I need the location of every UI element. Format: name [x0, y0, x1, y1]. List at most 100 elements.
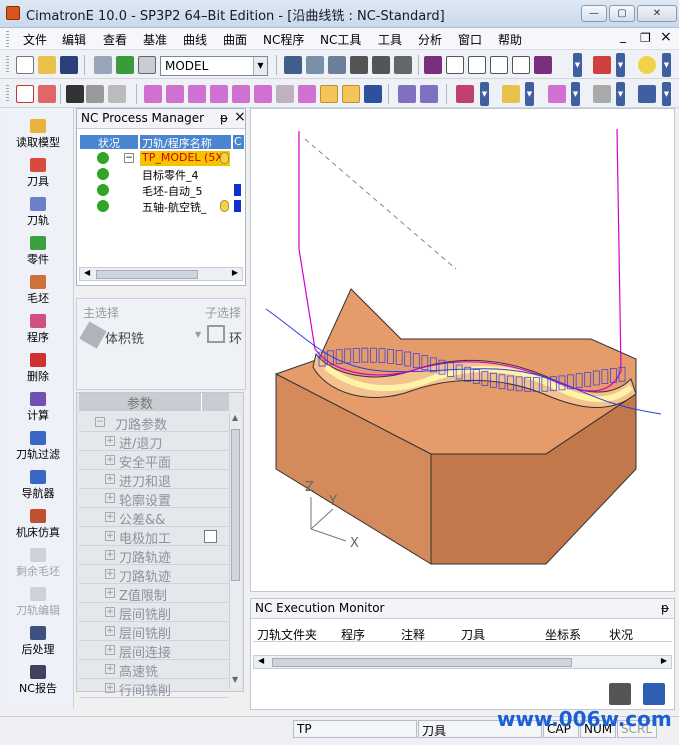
- parameter-row[interactable]: + Z值限制: [79, 584, 229, 604]
- parameter-row[interactable]: + 高速铣: [79, 660, 229, 680]
- column-ucs[interactable]: 坐标系: [545, 626, 581, 643]
- vertical-scrollbar[interactable]: ▲ ▼: [229, 413, 241, 689]
- zoom-all-icon[interactable]: [284, 56, 302, 74]
- scroll-right-icon[interactable]: ▶: [232, 268, 238, 277]
- guide-compute[interactable]: 计算: [2, 389, 74, 427]
- zoom-dynamic-icon[interactable]: [328, 56, 346, 74]
- parameter-row[interactable]: + 进刀和退: [79, 470, 229, 490]
- toolbar-overflow[interactable]: ▼: [480, 82, 489, 106]
- view-top-icon[interactable]: [468, 56, 486, 74]
- guide-stock[interactable]: 毛坯: [2, 272, 74, 310]
- column-comment[interactable]: 注释: [401, 626, 425, 643]
- expand-icon[interactable]: +: [105, 436, 115, 446]
- mdi-restore[interactable]: ❐: [640, 31, 651, 45]
- guide-delete[interactable]: 删除: [2, 350, 74, 388]
- rotate-icon[interactable]: [394, 56, 412, 74]
- pointer-icon[interactable]: [66, 85, 84, 103]
- sub-selection-combo[interactable]: 环: [205, 323, 245, 349]
- swap-icon[interactable]: [364, 85, 382, 103]
- toolbar-grip[interactable]: [6, 85, 9, 103]
- scroll-left-icon[interactable]: ◀: [84, 268, 90, 277]
- guide-remaining-stock[interactable]: 剩余毛坯: [2, 545, 74, 583]
- toolbar-overflow[interactable]: ▼: [662, 82, 671, 106]
- column-toolpath-folder[interactable]: 刀轨文件夹: [257, 626, 317, 643]
- layer-icon[interactable]: [116, 56, 134, 74]
- menu-help[interactable]: 帮助: [498, 31, 522, 48]
- toolbar-overflow[interactable]: ▼: [616, 53, 625, 77]
- pin-icon[interactable]: ᵽ: [661, 601, 669, 615]
- exit-icon[interactable]: [643, 683, 665, 705]
- guide-navigator[interactable]: 导航器: [2, 467, 74, 505]
- graphics-viewport[interactable]: Z Y X: [250, 108, 675, 592]
- close-icon[interactable]: ×: [234, 109, 246, 125]
- column-name[interactable]: 刀轨/程序名称: [139, 135, 231, 149]
- expand-icon[interactable]: +: [105, 626, 115, 636]
- expand-icon[interactable]: +: [105, 645, 115, 655]
- bulb-icon[interactable]: [220, 152, 229, 164]
- process-row[interactable]: 五轴-航空铣_: [78, 199, 243, 214]
- new-file-icon[interactable]: [16, 56, 34, 74]
- main-selection-combo[interactable]: 体积铣 ▼: [79, 321, 201, 349]
- menu-analysis[interactable]: 分析: [418, 31, 442, 48]
- guide-part[interactable]: 零件: [2, 233, 74, 271]
- scroll-thumb[interactable]: [231, 429, 240, 581]
- mdi-minimize[interactable]: _: [620, 29, 626, 43]
- expand-icon[interactable]: +: [105, 493, 115, 503]
- guide-toolpath[interactable]: 刀轨: [2, 194, 74, 232]
- curve-tool-8-icon[interactable]: [298, 85, 316, 103]
- collapse-toggle[interactable]: −: [124, 153, 134, 163]
- model-icon[interactable]: [94, 56, 112, 74]
- sketch-icon[interactable]: [502, 85, 520, 103]
- measure-icon[interactable]: [593, 85, 611, 103]
- parameter-row[interactable]: − 刀路参数: [79, 413, 229, 433]
- toolbar-overflow[interactable]: ▼: [616, 82, 625, 106]
- toggle-active-1-icon[interactable]: [320, 85, 338, 103]
- column-c[interactable]: C: [232, 135, 244, 149]
- pan-icon[interactable]: [372, 56, 390, 74]
- view-front-icon[interactable]: [446, 56, 464, 74]
- parameter-row[interactable]: + 层间连接: [79, 641, 229, 661]
- parameter-row[interactable]: + 层间铣削: [79, 603, 229, 623]
- curve-tool-3-icon[interactable]: [188, 85, 206, 103]
- expand-icon[interactable]: +: [105, 455, 115, 465]
- view-right-icon[interactable]: [490, 56, 508, 74]
- toolbar-overflow[interactable]: ▼: [573, 53, 582, 77]
- menu-tools[interactable]: 工具: [378, 31, 402, 48]
- electrode-checkbox[interactable]: [204, 530, 217, 543]
- analyze-1-icon[interactable]: [398, 85, 416, 103]
- toolbar-overflow[interactable]: ▼: [662, 53, 671, 77]
- column-status[interactable]: 状况: [609, 626, 633, 643]
- parameter-row[interactable]: + 行间铣削: [79, 679, 229, 699]
- expand-icon[interactable]: +: [105, 664, 115, 674]
- light-icon[interactable]: [638, 56, 656, 74]
- minimize-button[interactable]: —: [581, 5, 607, 22]
- nc-delete-icon[interactable]: [38, 85, 56, 103]
- menu-file[interactable]: 文件: [23, 31, 47, 48]
- curve-tool-4-icon[interactable]: [210, 85, 228, 103]
- parameter-row[interactable]: + 刀路轨迹: [79, 565, 229, 585]
- guide-procedure[interactable]: 程序: [2, 311, 74, 349]
- layer-filter-icon[interactable]: [548, 85, 566, 103]
- parameter-row[interactable]: + 轮廓设置: [79, 489, 229, 509]
- view-back-icon[interactable]: [534, 56, 552, 74]
- process-row[interactable]: 目标零件_4: [78, 167, 243, 182]
- curve-tool-7-icon[interactable]: [276, 85, 294, 103]
- menu-view[interactable]: 查看: [103, 31, 127, 48]
- pick-filter-icon[interactable]: [108, 85, 126, 103]
- model-canvas[interactable]: Z Y X: [251, 109, 676, 593]
- parameter-row[interactable]: + 层间铣削: [79, 622, 229, 642]
- expand-icon[interactable]: +: [105, 531, 115, 541]
- column-tool[interactable]: 刀具: [461, 626, 485, 643]
- pick-icon[interactable]: [86, 85, 104, 103]
- view-left-icon[interactable]: [512, 56, 530, 74]
- parameter-row[interactable]: + 刀路轨迹: [79, 546, 229, 566]
- exec-horizontal-scrollbar[interactable]: ◀ ▶: [253, 655, 672, 669]
- view-iso-icon[interactable]: [424, 56, 442, 74]
- expand-icon[interactable]: +: [105, 550, 115, 560]
- axis-icon[interactable]: [638, 85, 656, 103]
- expand-icon[interactable]: +: [105, 474, 115, 484]
- parameter-row[interactable]: + 公差&&: [79, 508, 229, 528]
- curve-tool-1-icon[interactable]: [144, 85, 162, 103]
- expand-icon[interactable]: +: [105, 607, 115, 617]
- curve-tool-6-icon[interactable]: [254, 85, 272, 103]
